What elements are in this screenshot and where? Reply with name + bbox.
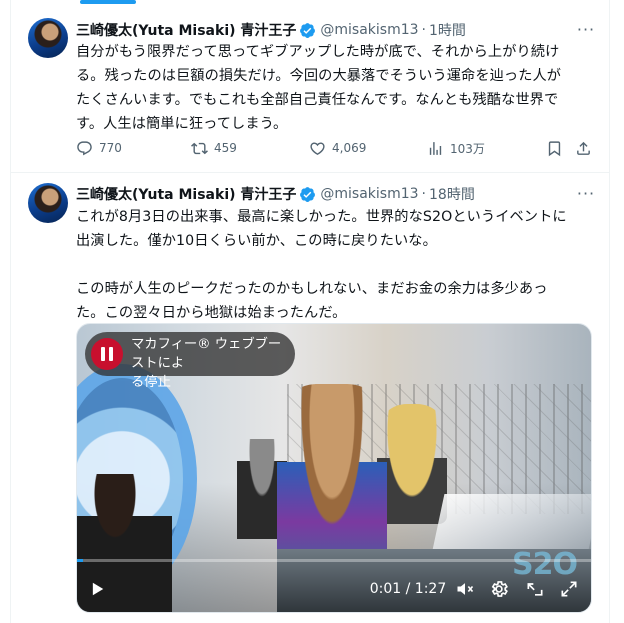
- timeline-left-border: [10, 0, 11, 623]
- video-person: [377, 404, 447, 524]
- tweet-header: 三崎優太(Yuta Misaki) 青汁王子 @misakism13 · 18時…: [76, 184, 475, 204]
- extension-overlay[interactable]: マカフィー® ウェブブーストによ る停止: [85, 332, 295, 390]
- reply-button[interactable]: 770: [76, 137, 122, 159]
- author-handle[interactable]: @misakism13: [320, 22, 418, 38]
- repost-count: 459: [214, 141, 237, 155]
- play-icon: [92, 582, 104, 596]
- timeline-right-border: [609, 0, 610, 623]
- separator-dot: ·: [421, 186, 426, 202]
- active-tab-indicator: [80, 0, 136, 4]
- share-button[interactable]: [573, 137, 593, 159]
- video-player[interactable]: S2O マカフィー® ウェブブーストによ る停止 0:01 / 1:27: [76, 323, 592, 613]
- picture-in-picture-icon: [527, 583, 543, 596]
- repost-icon: [191, 142, 208, 154]
- more-icon[interactable]: ···: [576, 184, 596, 204]
- tweet-time[interactable]: 1時間: [429, 20, 466, 40]
- tweet-text: 自分がもう限界だって思ってギブアップした時が底で、それから上がり続け る。残った…: [76, 44, 562, 132]
- author-handle[interactable]: @misakism13: [320, 186, 418, 202]
- repost-button[interactable]: 459: [191, 137, 237, 159]
- reply-count: 770: [99, 141, 122, 155]
- video-progress-bar[interactable]: [77, 559, 591, 562]
- author-name[interactable]: 三崎優太(Yuta Misaki) 青汁王子: [76, 20, 296, 40]
- fullscreen-button[interactable]: [557, 578, 581, 600]
- bookmark-button[interactable]: [544, 137, 564, 159]
- more-icon[interactable]: ···: [576, 20, 596, 40]
- author-name[interactable]: 三崎優太(Yuta Misaki) 青汁王子: [76, 184, 296, 204]
- mute-button[interactable]: [453, 578, 477, 600]
- like-button[interactable]: 4,069: [309, 137, 366, 159]
- settings-button[interactable]: [487, 578, 511, 600]
- tweet-actions: 770 459 4,069 103万: [76, 137, 596, 159]
- video-time-readout: 0:01 / 1:27: [369, 581, 447, 597]
- pause-icon[interactable]: [91, 338, 123, 370]
- verified-icon: [300, 22, 316, 38]
- play-button[interactable]: [87, 578, 107, 600]
- like-count: 4,069: [332, 141, 367, 155]
- fullscreen-icon: [561, 581, 577, 597]
- muted-speaker-icon: [457, 583, 474, 595]
- reply-icon: [77, 140, 92, 155]
- tweet-header: 三崎優太(Yuta Misaki) 青汁王子 @misakism13 · 1時間: [76, 20, 466, 40]
- pip-button[interactable]: [523, 578, 547, 600]
- views-icon: [429, 141, 442, 155]
- video-controls: 0:01 / 1:27: [77, 566, 591, 612]
- verified-icon: [300, 186, 316, 202]
- gear-icon: [491, 581, 508, 597]
- tweet-divider: [10, 172, 610, 173]
- video-progress-fill: [77, 559, 83, 562]
- like-icon: [310, 141, 325, 155]
- extension-overlay-text: マカフィー® ウェブブーストによ る停止: [131, 337, 282, 390]
- tweet-time[interactable]: 18時間: [429, 184, 475, 204]
- avatar[interactable]: [28, 18, 68, 58]
- view-count: 103万: [450, 141, 485, 156]
- views-button[interactable]: 103万: [427, 137, 485, 159]
- avatar[interactable]: [28, 183, 68, 223]
- bookmark-icon: [548, 140, 560, 156]
- tweet-text: これが8月3日の出来事、最高に楽しかった。世界的なS2Oというイベントに 出演し…: [76, 209, 567, 321]
- share-icon: [576, 141, 590, 155]
- separator-dot: ·: [421, 22, 426, 38]
